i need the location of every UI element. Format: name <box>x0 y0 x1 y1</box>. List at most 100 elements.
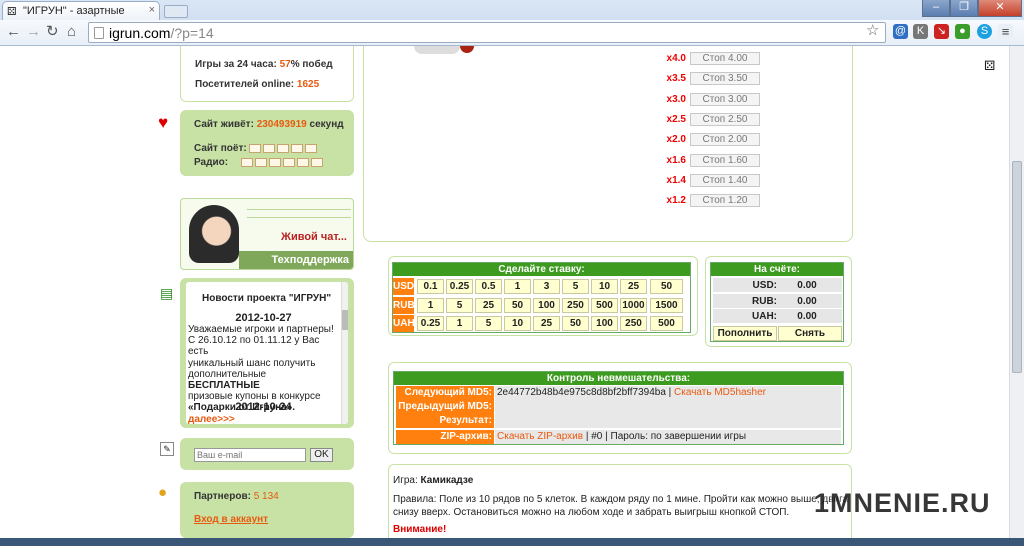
live-chat-banner[interactable]: Живой чат... Техподдержка <box>180 198 354 270</box>
bet-title: Сделайте ставку: <box>393 263 690 276</box>
subscribe-box: OK <box>180 438 354 470</box>
bet-amount-button[interactable]: 1 <box>446 316 473 331</box>
multiplier-value: x2.5 <box>666 113 686 125</box>
balance-currency: UAH: <box>752 311 777 322</box>
multiplier-value: x1.6 <box>666 154 686 166</box>
tab-close-icon[interactable]: × <box>149 4 155 16</box>
address-bar[interactable]: igrun.com/?p=14 <box>88 22 886 43</box>
stop-button[interactable]: Стоп 3.00 <box>690 92 760 106</box>
bet-amount-button[interactable]: 5 <box>562 279 589 294</box>
news-scrollbar[interactable] <box>341 282 348 424</box>
bet-amount-button[interactable]: 250 <box>620 316 647 331</box>
k-extension-icon[interactable]: K <box>913 24 928 39</box>
news-title: Новости проекта "ИГРУН" <box>202 293 332 304</box>
green-extension-icon[interactable]: ● <box>955 24 970 39</box>
page-scrollbar[interactable] <box>1009 46 1024 546</box>
red-extension-icon[interactable]: ↘ <box>934 24 949 39</box>
stop-button[interactable]: Стоп 4.00 <box>690 52 760 65</box>
bet-amount-button[interactable]: 5 <box>475 316 502 331</box>
stop-button[interactable]: Стоп 1.20 <box>690 194 760 208</box>
bet-panel: Сделайте ставку: USD: 0.1 0.25 0.5 1 3 5 10 25 50… <box>392 262 691 333</box>
home-icon[interactable]: ⌂ <box>67 24 76 40</box>
subscribe-ok-button[interactable]: OK <box>310 448 333 462</box>
bet-amount-button[interactable]: 500 <box>591 297 618 313</box>
decoration-red <box>460 46 474 53</box>
bet-amount-button[interactable]: 100 <box>591 316 618 331</box>
stop-button[interactable]: Стоп 1.40 <box>690 173 760 187</box>
game-attention: Внимание! <box>393 524 447 535</box>
md5hasher-link[interactable]: Скачать MD5hasher <box>674 387 766 398</box>
bet-amount-button[interactable]: 5 <box>446 297 473 313</box>
bet-amount-button[interactable]: 250 <box>562 297 589 313</box>
scrollbar-thumb[interactable] <box>1012 161 1022 373</box>
bet-amount-button[interactable]: 25 <box>533 316 560 331</box>
bet-amount-button[interactable]: 10 <box>591 279 618 294</box>
browser-tab[interactable]: ⚄ "ИГРУН" - азартные × <box>2 1 160 20</box>
account-panel: На счёте: USD: 0.00 RUB: 0.00 UAH: 0.00 Попол… <box>710 262 844 342</box>
multiplier-value: x4.0 <box>666 53 686 64</box>
next-md5-row: Следующий MD5: 2e44772b48b4e975c8d8bf2bff… <box>396 386 841 400</box>
star-icon[interactable]: ☆ <box>866 23 879 39</box>
alive-counter: Сайт живёт: 230493919 секунд <box>194 119 344 130</box>
browser-chrome: ⚄ "ИГРУН" - азартные × – ❐ ✕ ← → ↻ ⌂ igr… <box>0 0 1024 46</box>
decoration-image <box>414 46 460 54</box>
game-name-line: Игра: Камикадзе <box>393 475 474 486</box>
new-tab-button[interactable] <box>164 5 188 18</box>
forward-icon[interactable]: → <box>26 24 41 40</box>
close-window-button[interactable]: ✕ <box>978 0 1022 17</box>
account-title: На счёте: <box>711 263 843 276</box>
currency-label: USD: <box>393 278 417 295</box>
radio-player-buttons[interactable] <box>240 157 325 168</box>
bet-amount-button[interactable]: 100 <box>533 297 560 313</box>
bet-amount-button[interactable]: 0.5 <box>475 279 502 294</box>
bet-amount-button[interactable]: 1 <box>504 279 531 294</box>
deposit-button[interactable]: Пополнить <box>713 326 777 341</box>
mail-extension-icon[interactable]: @ <box>893 24 908 39</box>
stop-button[interactable]: Стоп 1.60 <box>690 153 760 167</box>
bet-amount-button[interactable]: 10 <box>504 316 531 331</box>
bet-amount-button[interactable]: 50 <box>504 297 531 313</box>
bet-amount-button[interactable]: 3 <box>533 279 560 294</box>
bet-amount-button[interactable]: 500 <box>650 316 683 331</box>
control-title: Контроль невмешательства: <box>394 372 843 385</box>
stop-button[interactable]: Стоп 2.50 <box>690 112 760 126</box>
balance-value: 0.00 <box>797 311 817 322</box>
subscribe-icon: ✎ <box>160 442 174 456</box>
bet-amount-button[interactable]: 0.25 <box>446 279 473 294</box>
bet-amount-button[interactable]: 50 <box>562 316 589 331</box>
zip-info: | #0 | Пароль: по завершении игры <box>583 431 747 442</box>
live-chat-text: Живой чат... <box>281 231 347 243</box>
support-avatar <box>189 205 239 263</box>
bet-amount-button[interactable]: 25 <box>475 297 502 313</box>
bet-amount-button[interactable]: 1500 <box>650 297 683 313</box>
skype-icon[interactable]: S <box>977 24 992 39</box>
reload-icon[interactable]: ↻ <box>46 24 59 40</box>
next-md5-hash: 2e44772b48b4e975c8d8bf2bff7394ba <box>497 387 666 398</box>
back-icon[interactable]: ← <box>6 24 21 40</box>
login-link[interactable]: Вход в аккаунт <box>194 514 268 525</box>
bet-amount-button[interactable]: 0.25 <box>417 316 444 331</box>
minimize-button[interactable]: – <box>922 0 950 17</box>
withdraw-button[interactable]: Снять <box>778 326 842 341</box>
zip-download-link[interactable]: Скачать ZIP-архив <box>497 431 583 442</box>
bet-amount-button[interactable]: 1000 <box>620 297 647 313</box>
stop-button[interactable]: Стоп 2.00 <box>690 133 760 147</box>
maximize-button[interactable]: ❐ <box>950 0 978 17</box>
news-more-link[interactable]: далее>>> <box>188 414 340 424</box>
bet-amount-button[interactable]: 1 <box>417 297 444 313</box>
radio: Радио: <box>194 157 325 168</box>
bet-amount-button[interactable]: 0.1 <box>417 279 444 294</box>
stop-button[interactable]: Стоп 3.50 <box>690 72 760 86</box>
dice-favicon-icon: ⚄ <box>7 6 17 18</box>
wrench-menu-icon[interactable]: ≡ <box>998 24 1013 39</box>
sings-player-buttons[interactable] <box>249 143 319 154</box>
email-input[interactable] <box>194 448 306 462</box>
partners-box: Партнеров: 5 134 Вход в аккаунт <box>180 482 354 538</box>
multiplier-value: x2.0 <box>666 134 686 146</box>
game-info-panel: Игра: Камикадзе Правила: Поле из 10 рядо… <box>388 464 852 546</box>
bet-amount-button[interactable]: 50 <box>650 279 683 294</box>
bet-amount-button[interactable]: 25 <box>620 279 647 294</box>
multiplier-value: x3.5 <box>666 73 686 85</box>
multiplier-value: x1.4 <box>666 174 686 186</box>
news-box: Новости проекта "ИГРУН" 2012-10-27 Уважа… <box>180 278 354 428</box>
